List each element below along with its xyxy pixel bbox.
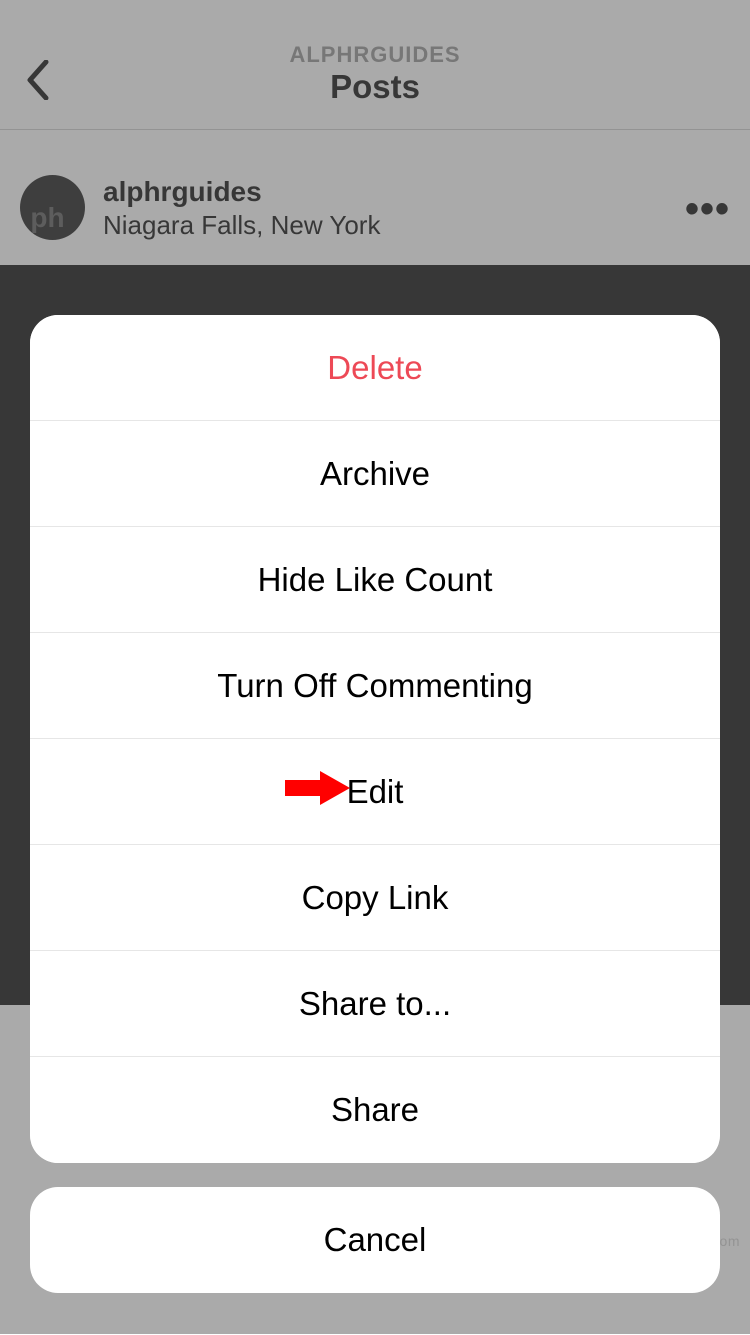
sheet-item-share[interactable]: Share [30,1057,720,1163]
action-sheet: Delete Archive Hide Like Count Turn Off … [30,315,720,1163]
cancel-button[interactable]: Cancel [30,1187,720,1293]
sheet-item-archive[interactable]: Archive [30,421,720,527]
sheet-item-copy-link[interactable]: Copy Link [30,845,720,951]
sheet-item-label: Share [331,1091,419,1129]
sheet-item-label: Edit [347,773,404,811]
cancel-label: Cancel [324,1221,427,1259]
sheet-item-label: Delete [327,349,422,387]
sheet-item-label: Archive [320,455,430,493]
sheet-item-share-to[interactable]: Share to... [30,951,720,1057]
sheet-item-edit[interactable]: Edit [30,739,720,845]
sheet-item-hide-like-count[interactable]: Hide Like Count [30,527,720,633]
sheet-item-label: Copy Link [302,879,449,917]
sheet-item-label: Turn Off Commenting [217,667,532,705]
sheet-item-label: Share to... [299,985,451,1023]
sheet-item-delete[interactable]: Delete [30,315,720,421]
sheet-item-turn-off-commenting[interactable]: Turn Off Commenting [30,633,720,739]
arrow-annotation-icon [285,768,350,816]
sheet-item-label: Hide Like Count [258,561,493,599]
